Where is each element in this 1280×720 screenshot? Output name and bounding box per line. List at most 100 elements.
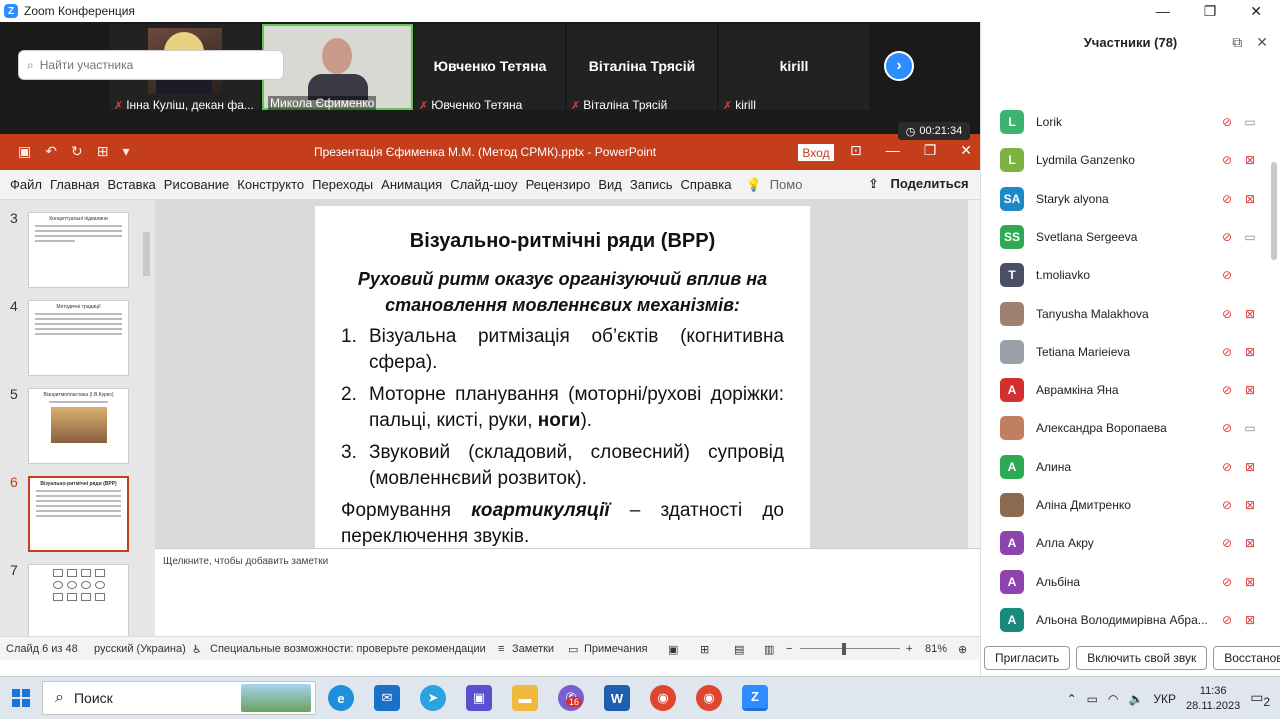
save-icon[interactable]: ▣ [18,143,31,160]
tab-record[interactable]: Запись [626,177,677,192]
video-tile[interactable]: Віталіна Трясій ✗ Віталіна Трясій [567,24,717,112]
redo-icon[interactable]: ↻ [71,143,83,160]
slide-thumbnail[interactable]: Методичні традиції [28,300,129,376]
zoom-in-icon[interactable]: + [906,643,912,655]
participant-row[interactable]: Tetiana Marieieva ⊘ ⊠ [1000,335,1262,369]
ribbon-display-icon[interactable]: ⊡ [850,142,862,159]
restore-button[interactable]: Восстановить [1213,646,1280,670]
slide-sorter-icon[interactable]: ⊞ [700,643,709,656]
participant-row[interactable]: А Альбіна ⊘ ⊠ [1000,565,1262,599]
tab-draw[interactable]: Рисование [160,177,233,192]
invite-button[interactable]: Пригласить [984,646,1071,670]
avatar: А [1000,531,1024,556]
thumbnails-scrollbar[interactable] [142,204,151,632]
participant-row[interactable]: А Альона Володимирівна Абра... ⊘ ⊠ [1000,603,1262,637]
zoom-slider[interactable] [800,648,900,649]
participant-row[interactable]: А Аврамкіна Яна ⊘ ⊠ [1000,373,1262,407]
participant-search[interactable]: ⌕ [18,50,284,80]
accessibility-status[interactable]: Специальные возможности: проверьте реком… [210,643,486,655]
participants-scrollbar[interactable] [1270,98,1278,630]
video-tile-active[interactable]: Микола Єфименко [262,24,413,110]
taskbar-search[interactable]: ⌕ Поиск [42,681,316,715]
participant-row[interactable]: SA Staryk alyona ⊘ ⊠ [1000,182,1262,216]
participant-row[interactable]: SS Svetlana Sergeeva ⊘ ▭ [1000,220,1262,254]
slide-thumbnail[interactable]: Концептуальні підвалини [28,212,129,288]
tab-help[interactable]: Справка [677,177,736,192]
pp-close-button[interactable]: ✕ [960,142,972,159]
share-button[interactable]: ⇪ Поделиться [864,176,973,192]
slideshow-icon[interactable]: ▥ [764,643,774,656]
tab-animation[interactable]: Анимация [377,177,446,192]
close-button[interactable]: ✕ [1250,3,1262,20]
popout-icon[interactable]: ⧉ [1232,34,1242,51]
maximize-button[interactable]: ❐ [1204,3,1217,20]
search-input[interactable] [39,58,260,72]
tab-file[interactable]: Файл [0,177,46,192]
save-disk-icon[interactable]: ▣ [466,685,492,711]
tab-view[interactable]: Вид [594,177,626,192]
unmute-self-button[interactable]: Включить свой звук [1076,646,1208,670]
file-explorer-icon[interactable]: ▬ [512,685,538,711]
tell-me-search[interactable]: Помо [766,177,807,192]
notifications-icon[interactable]: ▭2 [1250,689,1270,709]
language-indicator[interactable]: русский (Украина) [94,643,186,655]
participant-row[interactable]: L Lorik ⊘ ▭ [1000,105,1262,139]
zoom-out-icon[interactable]: − [786,643,792,655]
next-page-chevron-icon[interactable]: › [884,51,914,81]
login-button[interactable]: Вход [798,144,834,161]
tab-slideshow[interactable]: Слайд-шоу [446,177,521,192]
wifi-icon[interactable]: ◠ [1108,692,1118,706]
reading-view-icon[interactable]: ▤ [734,643,744,656]
minimize-button[interactable]: — [1156,3,1170,19]
comments-button[interactable]: Примечания [584,643,648,655]
word-icon[interactable]: W [604,685,630,711]
chrome-icon[interactable]: ◉ [650,685,676,711]
telegram-icon[interactable]: ➤ [420,685,446,711]
zoom-slider-thumb[interactable] [842,643,846,655]
notes-button[interactable]: Заметки [512,643,554,655]
participant-row[interactable]: Tanyusha Malakhova ⊘ ⊠ [1000,297,1262,331]
tab-review[interactable]: Рецензиро [522,177,595,192]
participant-row[interactable]: А Алла Акру ⊘ ⊠ [1000,526,1262,560]
notes-pane[interactable]: Щелкните, чтобы добавить заметки [155,548,980,636]
current-slide[interactable]: Візуально-ритмічні ряди (ВРР) Руховий ри… [315,206,810,548]
slide-thumbnail[interactable] [28,564,129,636]
list-number: 3. [341,442,357,463]
video-tile[interactable]: kirill ✗ kirill [719,24,869,112]
video-tile[interactable]: Ювченко Тетяна ✗ Ювченко Тетяна [415,24,565,112]
fit-slide-icon[interactable]: ⊕ [958,643,967,656]
clock[interactable]: 11:36 28.11.2023 [1186,684,1240,714]
network-icon[interactable]: ▭ [1087,692,1098,706]
slide-thumbnail-active[interactable]: Візуально-ритмічні ряди (ВРР) [28,476,129,552]
tray-expand-icon[interactable]: ⌃ [1067,692,1077,706]
pp-minimize-button[interactable]: — [886,142,900,159]
notes-placeholder: Щелкните, чтобы добавить заметки [163,556,329,567]
tab-design[interactable]: Конструкто [233,177,308,192]
participant-row[interactable]: А Алина ⊘ ⊠ [1000,450,1262,484]
tab-transitions[interactable]: Переходы [308,177,377,192]
participant-row[interactable]: Tt.moliavko ⊘ [1000,258,1262,292]
customize-chevron-icon[interactable]: ▾ [122,143,129,160]
volume-icon[interactable]: 🔈 [1128,692,1143,706]
zoom-app-icon[interactable]: Z [742,685,768,711]
close-panel-icon[interactable]: ✕ [1256,34,1268,51]
tab-home[interactable]: Главная [46,177,103,192]
zoom-level[interactable]: 81% [925,643,947,655]
participant-row[interactable]: Александра Воропаева ⊘ ▭ [1000,411,1262,445]
normal-view-icon[interactable]: ▣ [668,643,678,656]
slide-title: Візуально-ритмічні ряди (ВРР) [409,230,716,252]
participant-row[interactable]: Аліна Дмитренко ⊘ ⊠ [1000,488,1262,522]
chrome-profile-icon[interactable]: ◉ [696,685,722,711]
present-icon[interactable]: ⊞ [97,143,109,160]
mail-icon[interactable]: ✉ [374,685,400,711]
participant-name: Lydmila Ganzenko [1036,153,1135,168]
pp-restore-button[interactable]: ❐ [924,142,937,159]
undo-icon[interactable]: ↶ [45,143,57,160]
input-language[interactable]: УКР [1153,692,1176,706]
slide-scrollbar[interactable] [968,200,980,548]
participant-row[interactable]: L Lydmila Ganzenko ⊘ ⊠ [1000,143,1262,177]
start-windows-icon[interactable] [12,689,30,707]
tab-insert[interactable]: Вставка [103,177,159,192]
edge-icon[interactable]: e [328,685,354,711]
slide-thumbnail[interactable]: Візоритмопластика (І.В.Курко) [28,388,129,464]
